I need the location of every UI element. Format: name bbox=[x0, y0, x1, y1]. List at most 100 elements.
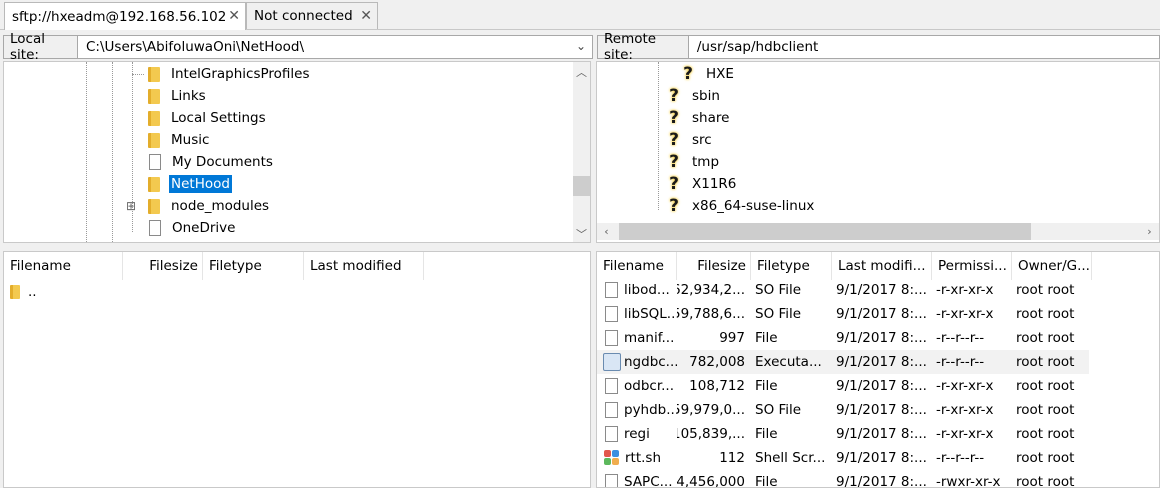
local-site-path-input[interactable]: C:\Users\AbifoluwaOni\NetHood\ ⌄ bbox=[78, 35, 593, 59]
column-header-permissions[interactable]: Permissi... bbox=[932, 252, 1012, 280]
music-folder-icon bbox=[148, 132, 160, 148]
cell-type: SO File bbox=[751, 278, 832, 302]
tree-item-my-documents[interactable]: My Documents bbox=[134, 151, 275, 173]
tree-item-x86-64-suse-linux[interactable]: ? x86_64-suse-linux bbox=[667, 195, 816, 217]
tree-item-sbin[interactable]: ? sbin bbox=[667, 85, 722, 107]
column-header-filename[interactable]: Filename bbox=[597, 252, 677, 280]
cell-type: File bbox=[751, 374, 832, 398]
column-header-filesize[interactable]: Filesize bbox=[677, 252, 751, 280]
chevron-down-icon[interactable]: ⌄ bbox=[576, 39, 586, 53]
file-size: 112 bbox=[719, 450, 745, 466]
tab-not-connected[interactable]: Not connected ✕ bbox=[246, 2, 378, 29]
unknown-folder-icon: ? bbox=[669, 130, 679, 150]
tree-item-onedrive[interactable]: OneDrive bbox=[134, 217, 237, 239]
tab-close-icon[interactable]: ✕ bbox=[228, 8, 240, 24]
column-header-filetype[interactable]: Filetype bbox=[751, 252, 832, 280]
remote-site-path-input[interactable]: /usr/sap/hdbclient bbox=[688, 35, 1160, 59]
table-row[interactable]: regi 105,839,... File 9/1/2017 8:... -r-xr-x… bbox=[597, 422, 1089, 446]
table-row[interactable]: rtt.sh 112 Shell Scr... 9/1/2017 8:... -r--r… bbox=[597, 446, 1089, 470]
tree-guide-line bbox=[658, 62, 659, 210]
tree-item-label: src bbox=[692, 132, 712, 148]
cell-modified: 9/1/2017 8:... bbox=[832, 446, 932, 470]
unknown-folder-icon: ? bbox=[669, 152, 679, 172]
tree-item-tmp[interactable]: ? tmp bbox=[667, 151, 721, 173]
cell-modified: 9/1/2017 8:... bbox=[832, 422, 932, 446]
tree-item-label-selected: NetHood bbox=[169, 175, 232, 193]
tree-item-local-settings[interactable]: Local Settings bbox=[134, 107, 268, 129]
links-folder-icon bbox=[148, 88, 160, 104]
list-item[interactable]: .. bbox=[4, 280, 496, 304]
tree-item-hxe[interactable]: ? HXE bbox=[681, 63, 736, 85]
scroll-thumb[interactable] bbox=[573, 176, 590, 196]
tree-item-intelgraphicsprofiles[interactable]: IntelGraphicsProfiles bbox=[132, 63, 312, 85]
scroll-down-icon[interactable]: ﹀ bbox=[573, 225, 590, 242]
unknown-folder-icon: ? bbox=[669, 108, 679, 128]
file-owner: root root bbox=[1016, 330, 1075, 346]
remote-file-list: Filename Filesize Filetype Last modifi..… bbox=[596, 251, 1160, 488]
tree-item-label: OneDrive bbox=[172, 220, 236, 236]
column-header-last-modified[interactable]: Last modified bbox=[304, 252, 424, 280]
table-row[interactable]: libSQL... 59,788,6... SO File 9/1/2017 8:..… bbox=[597, 302, 1089, 326]
file-size: 59,788,6... bbox=[677, 306, 745, 322]
java-exec-icon bbox=[603, 353, 621, 371]
column-header-filesize[interactable]: Filesize bbox=[123, 252, 203, 280]
file-perm: -r--r--r-- bbox=[936, 354, 985, 370]
file-name: libSQL... bbox=[624, 306, 677, 322]
table-row[interactable]: odbcr... 108,712 File 9/1/2017 8:... -r-xr-x… bbox=[597, 374, 1089, 398]
file-name: regi bbox=[624, 426, 650, 442]
local-site-label: Local site: bbox=[3, 31, 78, 63]
cell-name: SAPC... bbox=[597, 470, 677, 487]
table-row[interactable]: SAPC... 4,456,000 File 9/1/2017 8:... -rwxr-… bbox=[597, 470, 1089, 488]
expand-icon[interactable]: ⊞ bbox=[126, 199, 140, 213]
scroll-up-icon[interactable]: ︿ bbox=[573, 63, 590, 80]
scroll-right-icon[interactable]: › bbox=[1141, 223, 1158, 240]
tree-item-nethood[interactable]: NetHood bbox=[134, 173, 232, 195]
table-row[interactable]: libod... 62,934,2... SO File 9/1/2017 8:...… bbox=[597, 278, 1089, 302]
local-file-list: Filename Filesize Filetype Last modified… bbox=[3, 251, 591, 488]
tree-item-label: Local Settings bbox=[171, 110, 266, 126]
cell-modified: 9/1/2017 8:... bbox=[832, 374, 932, 398]
tree-item-links[interactable]: Links bbox=[134, 85, 208, 107]
cell-owner: root root bbox=[1012, 374, 1092, 398]
file-type: Executa... bbox=[755, 354, 822, 370]
file-type: SO File bbox=[755, 402, 802, 418]
tab-close-icon[interactable]: ✕ bbox=[360, 8, 372, 24]
cell-perm: -r--r--r-- bbox=[932, 446, 1012, 470]
file-owner: root root bbox=[1016, 474, 1075, 488]
tree-item-node-modules[interactable]: ⊞ node_modules bbox=[126, 195, 271, 217]
file-modified: 9/1/2017 8:... bbox=[836, 378, 927, 394]
file-size: 4,456,000 bbox=[677, 474, 745, 488]
table-row[interactable]: manif... 997 File 9/1/2017 8:... -r--r--r-- r… bbox=[597, 326, 1089, 350]
tab-sftp-connection[interactable]: sftp://hxeadm@192.168.56.102 ✕ bbox=[4, 2, 246, 30]
cell-owner: root root bbox=[1012, 302, 1092, 326]
file-owner: root root bbox=[1016, 378, 1075, 394]
file-type: File bbox=[755, 330, 778, 346]
tree-item-music[interactable]: Music bbox=[134, 129, 211, 151]
cell-modified: 9/1/2017 8:... bbox=[832, 302, 932, 326]
cell-name: odbcr... bbox=[597, 374, 677, 398]
file-owner: root root bbox=[1016, 426, 1075, 442]
remote-tree-hscrollbar[interactable]: ‹ › bbox=[597, 223, 1159, 240]
cell-name: manif... bbox=[597, 326, 677, 350]
scroll-left-icon[interactable]: ‹ bbox=[598, 223, 615, 240]
cell-size: 112 bbox=[677, 446, 751, 470]
tree-item-x11r6[interactable]: ? X11R6 bbox=[667, 173, 738, 195]
tree-item-share[interactable]: ? share bbox=[667, 107, 731, 129]
column-header-filename[interactable]: Filename bbox=[4, 252, 123, 280]
cell-name: rtt.sh bbox=[597, 446, 677, 470]
cell-modified: 9/1/2017 8:... bbox=[832, 398, 932, 422]
column-header-last-modified[interactable]: Last modifi... bbox=[832, 252, 932, 280]
file-perm: -r-xr-xr-x bbox=[936, 306, 994, 322]
cell-perm: -rwxr-xr-x bbox=[932, 470, 1012, 488]
table-row[interactable]: ngdbc... 782,008 Executa... 9/1/2017 8:... -… bbox=[597, 350, 1089, 374]
cell-size: 59,788,6... bbox=[677, 302, 751, 326]
cell-perm: -r--r--r-- bbox=[932, 326, 1012, 350]
column-header-filetype[interactable]: Filetype bbox=[203, 252, 304, 280]
column-header-owner-group[interactable]: Owner/G... bbox=[1012, 252, 1092, 280]
table-row[interactable]: pyhdb... 59,979,0... SO File 9/1/2017 8:...… bbox=[597, 398, 1089, 422]
file-perm: -r-xr-xr-x bbox=[936, 402, 994, 418]
local-tree-scrollbar[interactable]: ︿ ﹀ bbox=[573, 62, 590, 242]
tree-item-src[interactable]: ? src bbox=[667, 129, 714, 151]
file-perm: -rwxr-xr-x bbox=[936, 474, 1001, 488]
scroll-thumb[interactable] bbox=[619, 223, 1031, 240]
